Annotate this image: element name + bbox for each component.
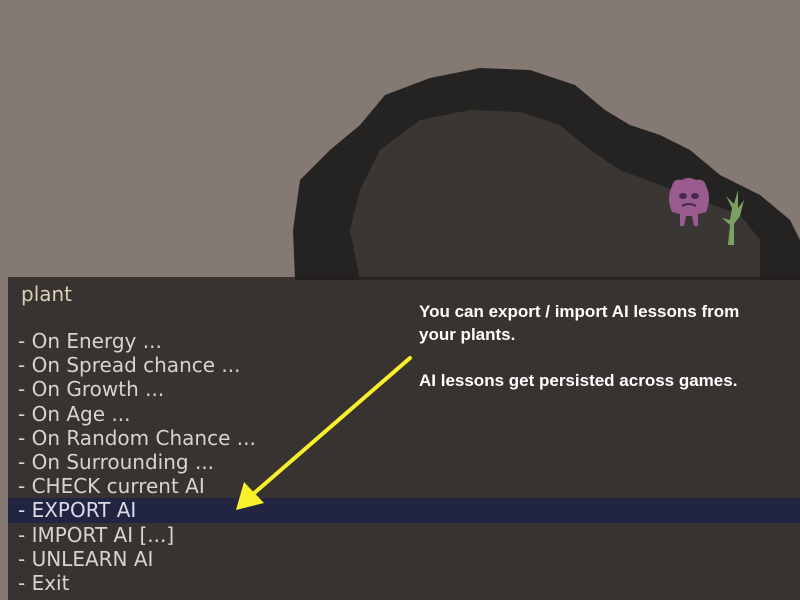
menu-item-on-random-chance[interactable]: - On Random Chance ... [8, 426, 800, 450]
menu-item-exit[interactable]: - Exit [8, 571, 800, 595]
menu-item-export-ai[interactable]: - EXPORT AI [8, 498, 800, 523]
callout-text-export: You can export / import AI lessons from … [419, 302, 740, 344]
callout-text-persist: AI lessons get persisted across games. [419, 371, 738, 390]
menu-item-import-ai[interactable]: - IMPORT AI [...] [8, 523, 800, 547]
dark-terrain-blob [293, 68, 800, 280]
menu-item-unlearn-ai[interactable]: - UNLEARN AI [8, 547, 800, 571]
tutorial-callout: You can export / import AI lessons from … [419, 300, 779, 415]
menu-title: plant [21, 282, 73, 306]
menu-item-check-current-ai[interactable]: - CHECK current AI [8, 474, 800, 498]
menu-item-on-surrounding[interactable]: - On Surrounding ... [8, 450, 800, 474]
